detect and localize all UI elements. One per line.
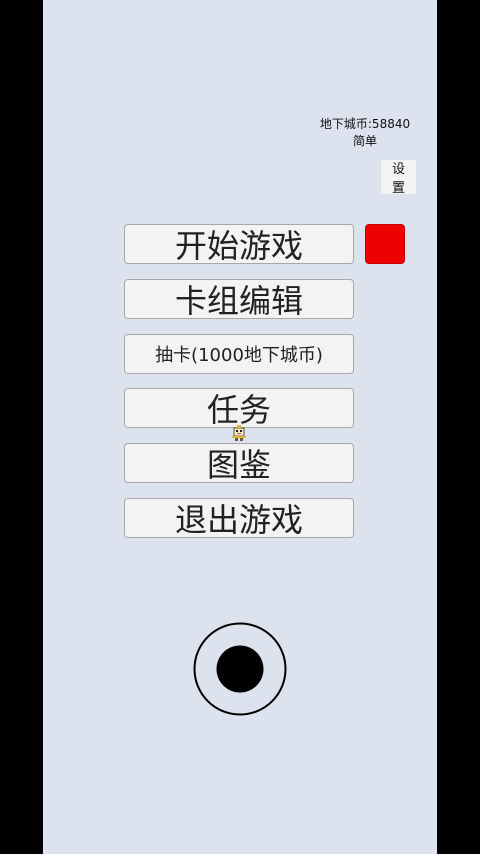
- settings-button[interactable]: 设置: [381, 160, 416, 196]
- start-game-button[interactable]: 开始游戏: [124, 224, 354, 265]
- status-indicator[interactable]: [365, 224, 405, 264]
- virtual-joystick[interactable]: [193, 622, 287, 716]
- draw-card-button[interactable]: 抽卡(1000地下城币): [124, 334, 354, 374]
- difficulty-label: 简单: [352, 134, 377, 148]
- exit-game-button[interactable]: 退出游戏: [124, 498, 354, 539]
- game-screen: 地下城币:58840 简单 设置 开始游戏 卡组编辑 抽卡(1000地下城币) …: [43, 0, 437, 854]
- tasks-button[interactable]: 任务: [124, 388, 354, 429]
- joystick-knob[interactable]: [216, 645, 264, 693]
- currency-counter: 地下城币:58840: [319, 117, 411, 131]
- collection-button[interactable]: 图鉴: [124, 443, 354, 484]
- small-sprite-icon: [232, 425, 246, 441]
- deck-edit-button[interactable]: 卡组编辑: [124, 279, 354, 320]
